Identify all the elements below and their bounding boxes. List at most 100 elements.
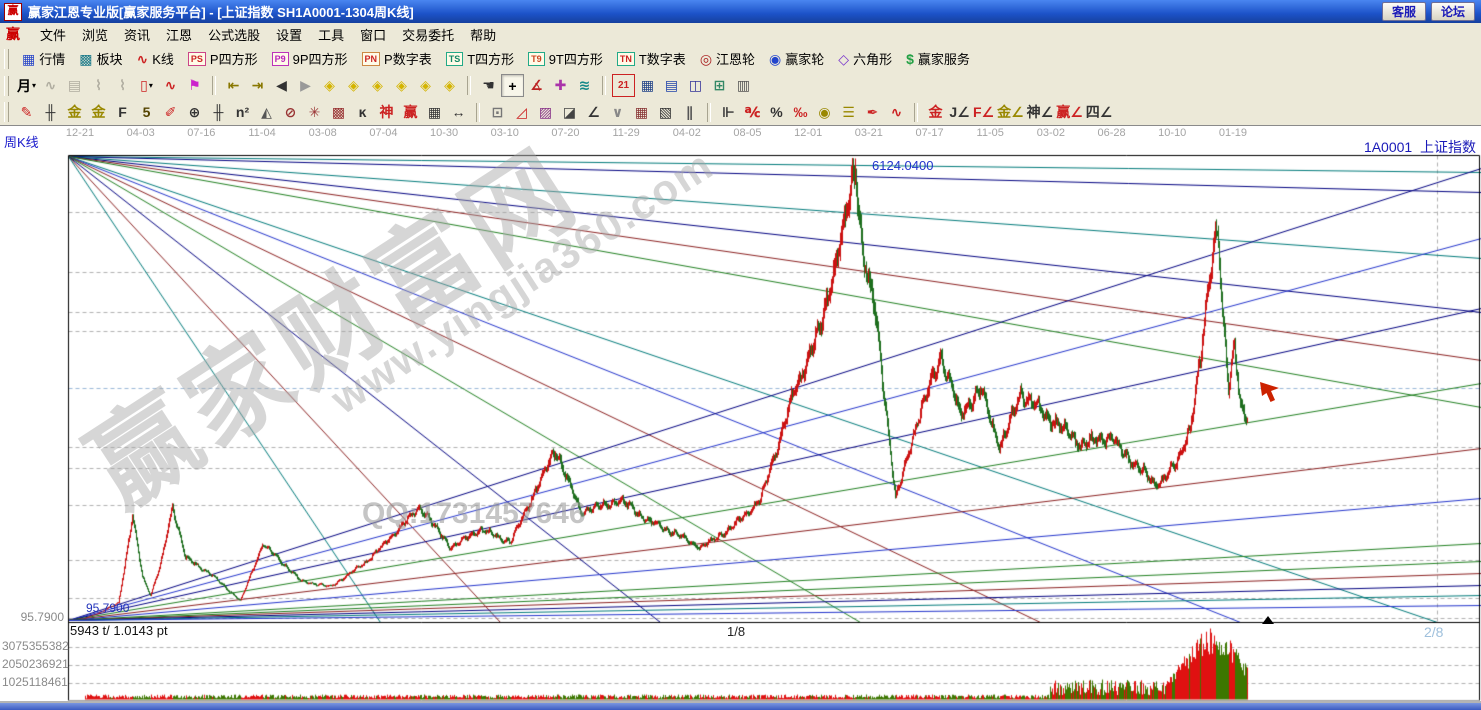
nav-prev-page[interactable]: ◀ [270, 74, 293, 97]
nav-diamond-shrink-h[interactable]: ◈ [390, 74, 413, 97]
draw-num-grid[interactable]: ▦ [423, 101, 446, 124]
menu-item-3[interactable]: 江恩 [158, 23, 200, 46]
draw-n2-tool[interactable]: n² [231, 101, 254, 124]
draw-parallel-tool[interactable]: ∥ [678, 101, 701, 124]
nav-calculator[interactable]: ▦ [636, 74, 659, 97]
toolbar-kline-button[interactable]: ∿K线 [131, 47, 180, 70]
nav-angle-tool[interactable]: ∡ [525, 74, 548, 97]
nav-diamond-expand-v[interactable]: ◈ [438, 74, 461, 97]
nav-kline-style[interactable]: ▯▾ [135, 74, 158, 97]
nav-calendar[interactable]: 21 [612, 74, 635, 97]
draw-k-mark[interactable]: ĸ [351, 101, 374, 124]
draw-win-grid[interactable]: 赢 [399, 101, 422, 124]
draw-rocket-tool[interactable]: ✐ [159, 101, 182, 124]
draw-pct-line-tool[interactable]: ‰ [789, 101, 812, 124]
draw-gold-lines-tool[interactable]: ☰ [837, 101, 860, 124]
draw-four-angle[interactable]: 四∠ [1085, 101, 1114, 124]
nav-crosshair-tool[interactable]: + [501, 74, 524, 97]
toolbar-winner-service-button[interactable]: $赢家服务 [900, 47, 976, 70]
nav-diamond-expand-h[interactable]: ◈ [366, 74, 389, 97]
menu-item-1[interactable]: 浏览 [74, 23, 116, 46]
draw-v-lines-tool[interactable]: ∨ [606, 101, 629, 124]
nav-multi-kline[interactable]: ∿ [159, 74, 182, 97]
forum-button[interactable]: 论坛 [1431, 2, 1475, 21]
toolbar-9p-square-button[interactable]: P99P四方形 [266, 47, 354, 70]
draw-grid-arrow-tool[interactable]: ▧ [654, 101, 677, 124]
draw-gold-grid-1[interactable]: 金 [63, 101, 86, 124]
draw-gold-mark[interactable]: 金 [924, 101, 947, 124]
toolbar-quotes-button[interactable]: ▦行情 [16, 47, 71, 70]
toolbar-hexagon-button[interactable]: ◇六角形 [832, 47, 898, 70]
draw-j-angle[interactable]: J∠ [948, 101, 971, 124]
menu-item-0[interactable]: 文件 [32, 23, 74, 46]
nav-diamond-pan-right[interactable]: ◈ [342, 74, 365, 97]
menu-item-7[interactable]: 窗口 [352, 23, 394, 46]
nav-gann-flower-tool[interactable]: ✚ [549, 74, 572, 97]
draw-scale-tool[interactable]: ⊩ [717, 101, 740, 124]
draw-fan-box-tool[interactable]: ▨ [534, 101, 557, 124]
menu-item-8[interactable]: 交易委托 [394, 23, 462, 46]
menu-item-2[interactable]: 资讯 [116, 23, 158, 46]
draw-web-tool[interactable]: ▩ [327, 101, 350, 124]
draw-grid-red-tool[interactable]: ▦ [630, 101, 653, 124]
nav-flag-tool[interactable]: ⚑ [183, 74, 206, 97]
draw-span-tool[interactable]: ↔ [447, 101, 470, 124]
draw-time-circle[interactable]: ⊕ [183, 101, 206, 124]
draw-fan-tool[interactable]: ◿ [510, 101, 533, 124]
draw-grid-tool[interactable]: ╫ [39, 101, 62, 124]
nav-first-page[interactable]: ⇤ [222, 74, 245, 97]
nav-period-month[interactable]: 月▾ [15, 74, 38, 97]
draw-compass-tool[interactable]: ⊘ [279, 101, 302, 124]
nav-ma9-disabled[interactable]: ⌇ [111, 74, 134, 97]
menu-item-4[interactable]: 公式选股 [200, 23, 268, 46]
nav-network-tool[interactable]: ⊞ [708, 74, 731, 97]
menu-item-9[interactable]: 帮助 [462, 23, 504, 46]
draw-shen-angle[interactable]: 神∠ [1026, 101, 1055, 124]
draw-ink-tool[interactable]: ✒ [861, 101, 884, 124]
kline-label: K线 [152, 49, 174, 68]
nav-print[interactable]: ▥ [732, 74, 755, 97]
draw-gold-circle-tool[interactable]: ◉ [813, 101, 836, 124]
nav-ma3-disabled[interactable]: ⌇ [87, 74, 110, 97]
toolbar-t-table-button[interactable]: TNT数字表 [611, 47, 692, 70]
toolbar-sectors-button[interactable]: ▩板块 [73, 47, 128, 70]
menu-item-6[interactable]: 工具 [310, 23, 352, 46]
draw-wave-red-tool[interactable]: ∿ [885, 101, 908, 124]
toolbar-p-square-button[interactable]: PSP四方形 [182, 47, 264, 70]
toolbar-gann-wheel-button[interactable]: ◎江恩轮 [694, 47, 761, 70]
nav-save[interactable]: ◫ [684, 74, 707, 97]
nav-wave-tool[interactable]: ≋ [573, 74, 596, 97]
customer-service-button[interactable]: 客服 [1382, 2, 1426, 21]
draw-pen-tool[interactable]: ✎ [15, 101, 38, 124]
draw-fan-corner-tool[interactable]: ◪ [558, 101, 581, 124]
draw-shen-grid[interactable]: 神 [375, 101, 398, 124]
toolbar-t-square-button[interactable]: TST四方形 [440, 47, 520, 70]
toolbar-winner-wheel-button[interactable]: ◉赢家轮 [763, 47, 830, 70]
nav-next-page[interactable]: ▶ [294, 74, 317, 97]
nav-diamond-pan-left[interactable]: ◈ [318, 74, 341, 97]
draw-pct-tool[interactable]: % [765, 101, 788, 124]
draw-gold-grid-2[interactable]: 金 [87, 101, 110, 124]
draw-gold-angle[interactable]: 金∠ [996, 101, 1025, 124]
dropdown-caret-icon: ▾ [32, 81, 36, 90]
toolbar-p-table-button[interactable]: PNP数字表 [356, 47, 438, 70]
nav-zigzag-disabled[interactable]: ∿ [39, 74, 62, 97]
nav-notes[interactable]: ▤ [660, 74, 683, 97]
draw-angle-lines-tool[interactable]: ∠ [582, 101, 605, 124]
draw-box-tool[interactable]: ⊡ [486, 101, 509, 124]
draw-five-grid[interactable]: 5 [135, 101, 158, 124]
nav-last-page[interactable]: ⇥ [246, 74, 269, 97]
nav-diamond-shrink-v[interactable]: ◈ [414, 74, 437, 97]
toolbar-9t-square-button[interactable]: T99T四方形 [522, 47, 609, 70]
draw-win-angle[interactable]: 赢∠ [1055, 101, 1084, 124]
draw-a-lines[interactable]: ◭ [255, 101, 278, 124]
draw-star-tool[interactable]: ✳ [303, 101, 326, 124]
draw-f-angle[interactable]: F∠ [972, 101, 995, 124]
draw-f-grid[interactable]: F [111, 101, 134, 124]
nav-report-disabled[interactable]: ▤ [63, 74, 86, 97]
date-label: 07-17 [915, 127, 943, 139]
draw-pct-angle-tool[interactable]: ℀ [741, 101, 764, 124]
draw-ruler-grid[interactable]: ╫ [207, 101, 230, 124]
nav-hand-tool[interactable]: ☚ [477, 74, 500, 97]
menu-item-5[interactable]: 设置 [268, 23, 310, 46]
